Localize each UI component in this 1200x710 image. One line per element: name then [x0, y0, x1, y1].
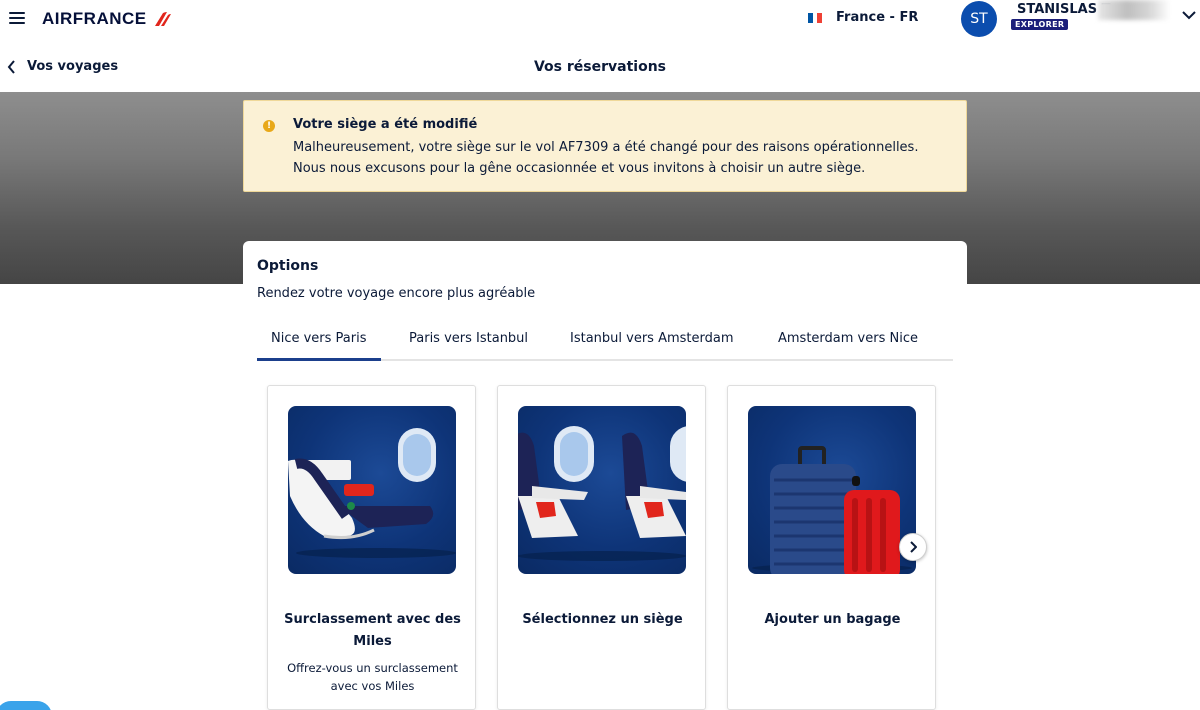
seat-changed-alert: ! Votre siège a été modifié Malheureusem… — [243, 100, 967, 192]
active-tab-indicator — [257, 358, 381, 361]
alert-title: Votre siège a été modifié — [293, 117, 478, 132]
tab-amsterdam-nice[interactable]: Amsterdam vers Nice — [778, 331, 918, 346]
options-panel: Options Rendez votre voyage encore plus … — [243, 241, 967, 710]
menu-icon[interactable] — [9, 12, 25, 26]
warning-icon: ! — [263, 120, 275, 132]
card-title: Surclassement avec des Miles — [284, 612, 461, 649]
user-name-redaction — [1098, 0, 1170, 20]
user-name[interactable]: STANISLAS T — [1017, 2, 1110, 17]
card-description: Offrez-vous un surclassement avec vos Mi… — [287, 661, 458, 693]
upgrade-miles-card[interactable]: Surclassement avec des Miles Offrez-vous… — [267, 385, 476, 710]
economy-seats-image — [518, 406, 686, 574]
carousel-next-button[interactable] — [899, 533, 927, 561]
business-seat-image — [288, 406, 456, 574]
options-subtitle: Rendez votre voyage encore plus agréable — [257, 286, 536, 301]
avatar[interactable]: ST — [961, 1, 997, 37]
flight-tabs: Nice vers Paris Paris vers Istanbul Ista… — [257, 327, 953, 361]
chevron-down-icon[interactable] — [1182, 11, 1196, 20]
chat-button[interactable] — [0, 701, 52, 710]
options-title: Options — [257, 258, 319, 274]
chevron-right-icon — [910, 541, 917, 553]
tab-istanbul-amsterdam[interactable]: Istanbul vers Amsterdam — [570, 331, 734, 346]
logo-swoosh-icon — [154, 12, 171, 26]
air-france-logo[interactable]: AIRFRANCE — [42, 9, 171, 29]
tier-badge: EXPLORER — [1011, 19, 1069, 30]
locale-selector[interactable]: France - FR — [808, 10, 918, 25]
tab-nice-paris[interactable]: Nice vers Paris — [271, 331, 367, 346]
card-title: Sélectionnez un siège — [522, 612, 683, 627]
logo-text: AIRFRANCE — [42, 9, 147, 28]
page-title: Vos réservations — [533, 59, 666, 75]
select-seat-card[interactable]: Sélectionnez un siège — [497, 385, 706, 710]
france-flag-icon — [808, 12, 823, 23]
card-title: Ajouter un bagage — [764, 612, 901, 627]
alert-body: Malheureusement, votre siège sur le vol … — [293, 140, 919, 176]
tab-paris-istanbul[interactable]: Paris vers Istanbul — [409, 331, 528, 346]
luggage-image — [748, 406, 916, 574]
sub-header: Vos voyages Vos réservations — [0, 40, 1200, 92]
top-bar: AIRFRANCE France - FR ST STANISLAS T EXP… — [0, 0, 1200, 40]
locale-label: France - FR — [836, 10, 919, 25]
options-carousel: Surclassement avec des Miles Offrez-vous… — [267, 385, 957, 710]
